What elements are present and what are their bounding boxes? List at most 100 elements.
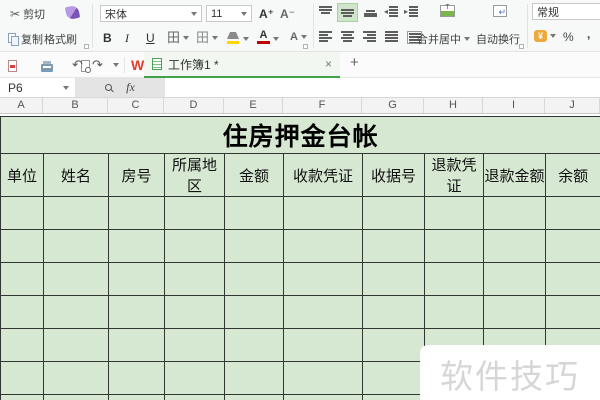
column-header-d[interactable]: D <box>164 98 224 113</box>
column-header-i[interactable]: I <box>483 98 545 113</box>
wrap-text-label-button[interactable]: 自动换行 <box>476 31 520 47</box>
cell[interactable] <box>0 262 44 296</box>
cell[interactable] <box>483 196 546 230</box>
column-header-h[interactable]: H <box>424 98 483 113</box>
cell[interactable] <box>108 229 165 263</box>
cell[interactable] <box>108 262 165 296</box>
cell[interactable] <box>164 196 225 230</box>
cell[interactable] <box>224 394 284 400</box>
header-name[interactable]: 姓名 <box>43 153 109 197</box>
align-left-icon[interactable] <box>319 31 332 42</box>
cell[interactable] <box>424 262 484 296</box>
cell[interactable] <box>164 394 225 400</box>
cell[interactable] <box>43 394 109 400</box>
cell[interactable] <box>362 328 425 362</box>
fill-color-dropdown-icon[interactable] <box>243 37 249 41</box>
cell[interactable] <box>544 229 600 263</box>
cell[interactable] <box>424 229 484 263</box>
table-title[interactable]: 住房押金台帐 <box>0 116 600 154</box>
cell[interactable] <box>108 295 165 329</box>
font-size-select[interactable]: 11 <box>206 5 252 22</box>
wrap-text-button[interactable] <box>493 5 507 18</box>
cell[interactable] <box>0 328 44 362</box>
clipboard-dialog-launcher-icon[interactable] <box>84 44 89 49</box>
font-color-button[interactable]: A <box>257 30 270 44</box>
cell[interactable] <box>362 394 425 400</box>
header-refund-amount[interactable]: 退款金额 <box>483 153 546 197</box>
redo-icon[interactable]: ↷ <box>92 58 103 71</box>
italic-button[interactable]: I <box>125 31 129 46</box>
justify-icon[interactable] <box>385 31 398 42</box>
column-header-c[interactable]: C <box>108 98 164 113</box>
header-room-no[interactable]: 房号 <box>108 153 165 197</box>
cell[interactable] <box>164 295 225 329</box>
cell[interactable] <box>43 262 109 296</box>
cell[interactable] <box>283 295 363 329</box>
cell[interactable] <box>283 361 363 395</box>
cell[interactable] <box>108 328 165 362</box>
comma-format-button[interactable]: , <box>587 27 590 41</box>
formula-input[interactable] <box>165 78 600 97</box>
align-middle-button-active[interactable] <box>337 3 358 22</box>
increase-indent-button[interactable]: ▸ <box>404 6 419 17</box>
format-painter-icon[interactable] <box>64 4 81 21</box>
decrease-indent-button[interactable]: ◂ <box>384 6 399 17</box>
cell[interactable] <box>483 262 546 296</box>
grow-font-button[interactable]: A⁺ <box>259 7 274 21</box>
draw-border-button[interactable]: 田 <box>196 31 219 44</box>
cell[interactable] <box>0 196 44 230</box>
cell[interactable] <box>424 196 484 230</box>
cell[interactable] <box>362 295 425 329</box>
column-header-b[interactable]: B <box>43 98 108 113</box>
quick-access-dropdown-icon[interactable] <box>113 63 119 67</box>
workbook-tab[interactable]: 工作簿1 * × <box>144 52 340 78</box>
alignment-dialog-launcher-icon[interactable] <box>519 44 524 49</box>
align-center-icon[interactable] <box>341 31 354 42</box>
cell[interactable] <box>224 328 284 362</box>
cell[interactable] <box>224 361 284 395</box>
cell[interactable] <box>0 361 44 395</box>
header-balance[interactable]: 余额 <box>544 153 600 197</box>
print-icon[interactable] <box>41 61 54 72</box>
number-format-select[interactable]: 常规 <box>532 3 600 20</box>
cut-button[interactable]: ✂ 剪切 <box>10 6 45 22</box>
column-header-a[interactable]: A <box>0 98 43 113</box>
currency-format-button[interactable]: ¥ <box>534 30 556 42</box>
cell[interactable] <box>164 361 225 395</box>
cell[interactable] <box>544 295 600 329</box>
bold-button[interactable]: B <box>103 31 112 45</box>
font-name-select[interactable]: 宋体 <box>100 5 202 22</box>
merge-center-button[interactable] <box>440 5 455 17</box>
cell[interactable] <box>0 295 44 329</box>
copy-button[interactable]: 复制 <box>8 31 43 47</box>
format-painter-button[interactable]: 格式刷 <box>44 31 77 47</box>
new-tab-icon[interactable]: + <box>350 55 359 70</box>
cell[interactable] <box>224 229 284 263</box>
header-receipt-no[interactable]: 收据号 <box>362 153 425 197</box>
cell[interactable] <box>283 262 363 296</box>
header-refund-voucher[interactable]: 退款凭证 <box>424 153 484 197</box>
column-header-f[interactable]: F <box>283 98 362 113</box>
cell[interactable] <box>164 262 225 296</box>
cell[interactable] <box>283 196 363 230</box>
align-top-icon[interactable] <box>319 6 332 17</box>
cell[interactable] <box>362 262 425 296</box>
close-tab-icon[interactable]: × <box>325 58 332 70</box>
cell[interactable] <box>108 196 165 230</box>
cell[interactable] <box>424 295 484 329</box>
cell[interactable] <box>43 229 109 263</box>
cell[interactable] <box>43 361 109 395</box>
merge-center-label-button[interactable]: 合并居中 <box>417 31 470 47</box>
cell[interactable] <box>108 361 165 395</box>
underline-button[interactable]: U <box>146 31 155 45</box>
cell[interactable] <box>108 394 165 400</box>
column-header-g[interactable]: G <box>362 98 424 113</box>
align-right-icon[interactable] <box>363 31 376 42</box>
header-amount[interactable]: 金额 <box>224 153 284 197</box>
cell[interactable] <box>224 262 284 296</box>
export-pdf-icon[interactable] <box>8 60 17 72</box>
column-header-e[interactable]: E <box>224 98 283 113</box>
insert-function-button[interactable]: fx <box>126 80 135 95</box>
cell[interactable] <box>224 295 284 329</box>
cell[interactable] <box>0 229 44 263</box>
